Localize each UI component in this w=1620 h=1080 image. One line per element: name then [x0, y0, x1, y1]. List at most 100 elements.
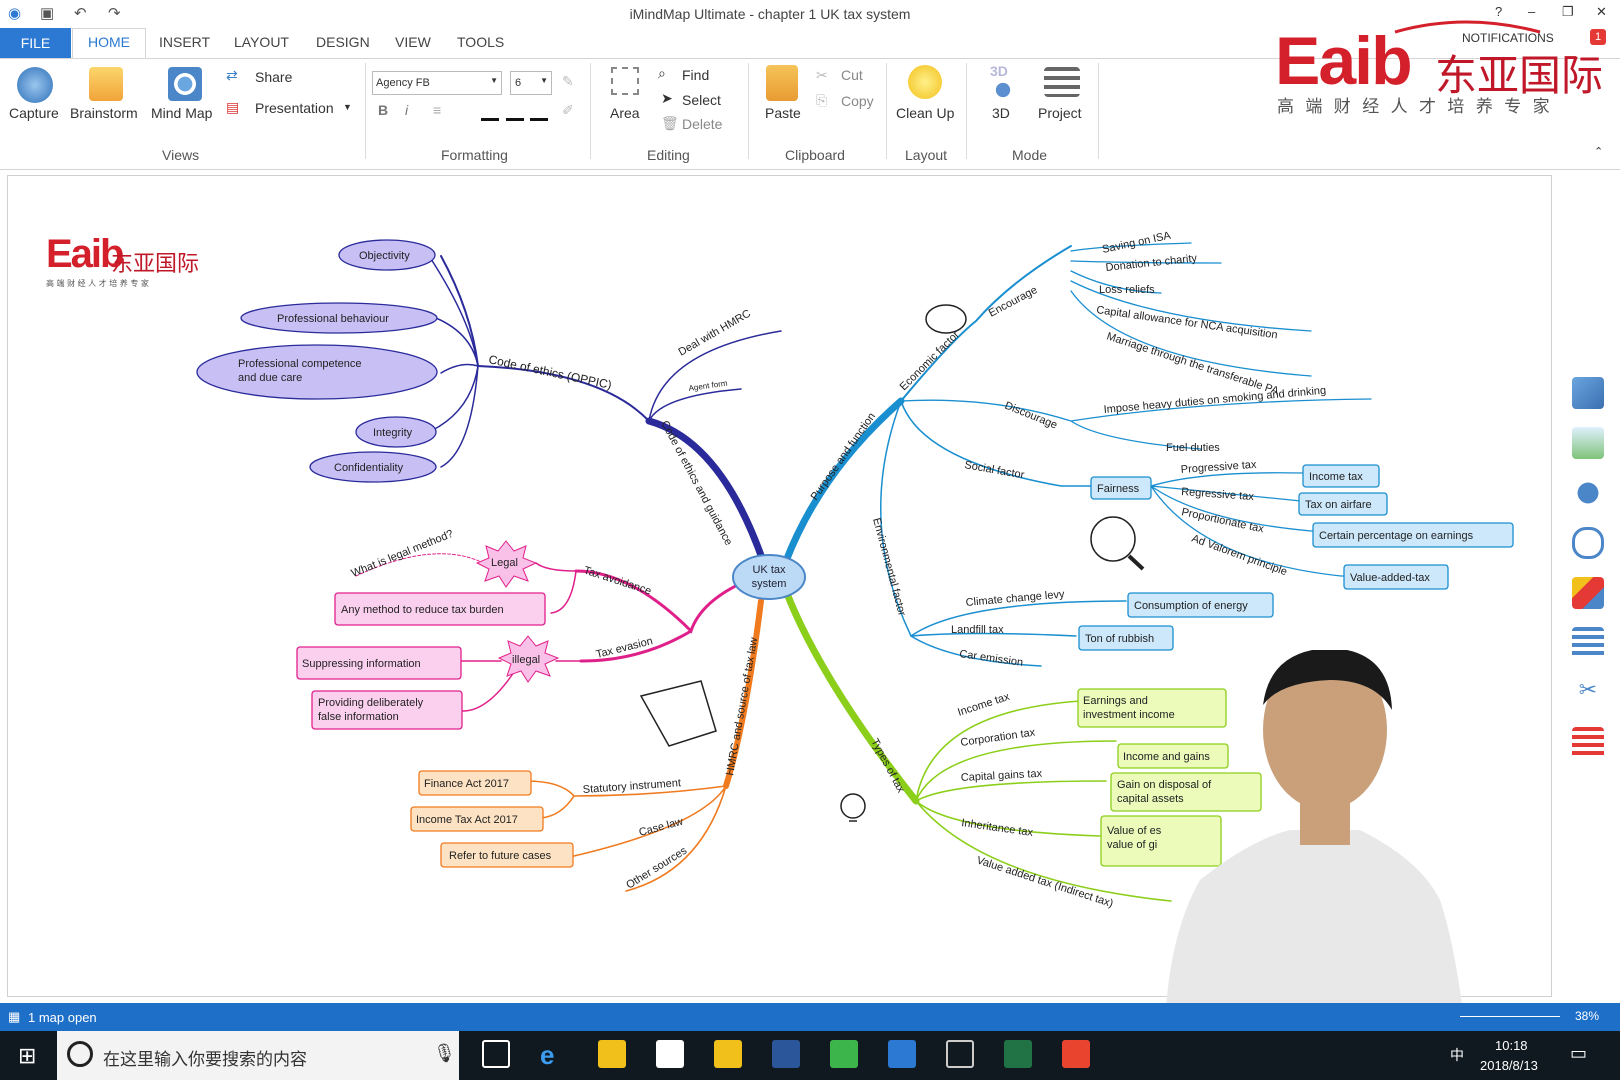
brainstorm-button[interactable]: Brainstorm: [70, 105, 138, 121]
clear-format-icon[interactable]: ✎: [562, 73, 574, 90]
image-icon[interactable]: [1572, 427, 1604, 459]
label-energy: Consumption of energy: [1134, 600, 1248, 612]
group-mode-label: Mode: [1012, 147, 1048, 163]
star-icon[interactable]: [1572, 477, 1604, 509]
line-color-bar[interactable]: [530, 118, 548, 121]
area-button[interactable]: Area: [610, 105, 640, 121]
italic-button[interactable]: i: [405, 102, 408, 118]
branch-color-bar[interactable]: [506, 118, 524, 121]
copy-icon: ⎘: [816, 92, 828, 108]
brainstorm-icon: [89, 67, 123, 101]
tab-insert[interactable]: INSERT: [159, 34, 210, 50]
project-button[interactable]: Project: [1038, 105, 1082, 121]
mindmap-button[interactable]: Mind Map: [151, 105, 212, 121]
area-select-icon: [611, 67, 639, 95]
paste-button[interactable]: Paste: [765, 105, 801, 121]
shapes-icon[interactable]: [1572, 577, 1604, 609]
align-icon[interactable]: ≡: [433, 102, 441, 118]
branch-hmrc-deal: [648, 330, 782, 422]
format-painter-icon[interactable]: ✐: [562, 102, 574, 119]
zoom-level: 38%: [1575, 1009, 1600, 1023]
font-size-select[interactable]: 6 ▼: [510, 71, 552, 95]
center-label-2: system: [752, 578, 787, 590]
label-illegal: illegal: [512, 654, 540, 666]
edge-icon[interactable]: e: [540, 1040, 568, 1070]
tab-design[interactable]: DESIGN: [316, 34, 370, 50]
group-formatting-label: Formatting: [441, 147, 508, 163]
tab-tools[interactable]: TOOLS: [457, 34, 504, 50]
notification-center-icon[interactable]: ▭: [1570, 1043, 1587, 1064]
label-loss: Loss reliefs: [1099, 284, 1155, 296]
presentation-dropdown-icon[interactable]: ▼: [343, 102, 352, 112]
maps-open-text: 1 map open: [28, 1010, 97, 1025]
eaib-watermark: Eaib 东亚国际 高 端 财 经 人 才 培 养 专 家 NOTIFICATI…: [1275, 10, 1620, 117]
label-deal-hmrc: Deal with HMRC: [677, 308, 753, 359]
microphone-icon[interactable]: 🎙: [433, 1043, 456, 1064]
share-button[interactable]: Share: [255, 69, 292, 85]
collapse-ribbon-icon[interactable]: ⌃: [1594, 145, 1603, 158]
file-explorer-icon[interactable]: [598, 1040, 626, 1068]
taskbar-search[interactable]: 在这里输入你要搜索的内容 🎙: [57, 1031, 459, 1080]
clock-date[interactable]: 2018/8/13: [1480, 1058, 1538, 1073]
mindmap-icon: [168, 67, 202, 101]
ime-indicator[interactable]: 中: [1450, 1045, 1464, 1065]
node-professional-competence[interactable]: [196, 344, 438, 400]
lightbulb-icon: [840, 793, 866, 819]
recorder-icon[interactable]: [1062, 1040, 1090, 1068]
windows-start-icon[interactable]: ⊞: [18, 1043, 36, 1069]
attachment-icon[interactable]: [1572, 527, 1604, 559]
label-hmrc-branch: HMRC and source of tax law: [724, 637, 760, 777]
tab-view[interactable]: VIEW: [395, 34, 431, 50]
word-icon[interactable]: [772, 1040, 800, 1068]
find-button[interactable]: Find: [682, 67, 709, 83]
label-proportionate: Proportionate tax: [1180, 506, 1265, 535]
label-advalorem: Ad Valorem principle: [1190, 533, 1289, 579]
notification-count-badge[interactable]: 1: [1590, 29, 1606, 45]
font-color-bar[interactable]: [481, 118, 499, 121]
three-d-button[interactable]: 3D: [992, 105, 1010, 121]
label-fuel: Fuel duties: [1166, 442, 1220, 454]
store-icon[interactable]: [714, 1040, 742, 1068]
label-social: Social factor: [963, 459, 1025, 481]
excel-icon[interactable]: [1004, 1040, 1032, 1068]
label-certain: Certain percentage on earnings: [1319, 530, 1474, 542]
edit-notes-icon[interactable]: [1572, 377, 1604, 409]
cortana-icon: [67, 1041, 93, 1067]
center-node[interactable]: [732, 554, 806, 600]
notifications-label[interactable]: NOTIFICATIONS: [1462, 31, 1554, 45]
delete-button[interactable]: Delete: [682, 116, 722, 132]
select-icon: ➤: [661, 90, 673, 106]
camtasia-icon[interactable]: [830, 1040, 858, 1068]
select-button[interactable]: Select: [682, 92, 721, 108]
font-family-select[interactable]: Agency FB ▼: [372, 71, 502, 95]
group-editing-label: Editing: [647, 147, 690, 163]
delete-icon: 🗑: [661, 115, 679, 131]
label-isa: Saving on ISA: [1101, 230, 1172, 256]
label-vat-fair: Value-added-tax: [1350, 572, 1430, 584]
mail-icon[interactable]: [656, 1040, 684, 1068]
task-view-icon[interactable]: [482, 1040, 510, 1068]
settings-app-icon[interactable]: [946, 1040, 974, 1068]
cut-button[interactable]: Cut: [841, 67, 863, 83]
label-refer: Refer to future cases: [449, 850, 552, 862]
tab-home[interactable]: HOME: [88, 34, 130, 50]
maps-open-icon: ▦: [8, 1009, 21, 1024]
capture-button[interactable]: Capture: [9, 105, 59, 121]
label-env: Environmental factor: [870, 517, 908, 618]
tab-file[interactable]: FILE: [0, 28, 71, 58]
cut-icon: ✂: [816, 67, 828, 83]
presentation-button[interactable]: Presentation: [255, 100, 334, 116]
bold-button[interactable]: B: [378, 102, 388, 118]
zoom-slider[interactable]: [1460, 1016, 1560, 1017]
copy-button[interactable]: Copy: [841, 93, 874, 109]
group-layout-label: Layout: [905, 147, 948, 163]
label-code-oppic: Code of ethics (OPPIC): [487, 352, 613, 392]
imindmap-taskbar-icon[interactable]: [888, 1040, 916, 1068]
status-bar: ▦ 1 map open 38%: [0, 1003, 1620, 1031]
cleanup-button[interactable]: Clean Up: [896, 105, 954, 121]
label-fairness: Fairness: [1097, 483, 1140, 495]
tab-layout[interactable]: LAYOUT: [234, 34, 289, 50]
capture-icon: [17, 67, 53, 103]
clock-time[interactable]: 10:18: [1495, 1038, 1528, 1053]
three-d-icon: [988, 81, 1018, 99]
